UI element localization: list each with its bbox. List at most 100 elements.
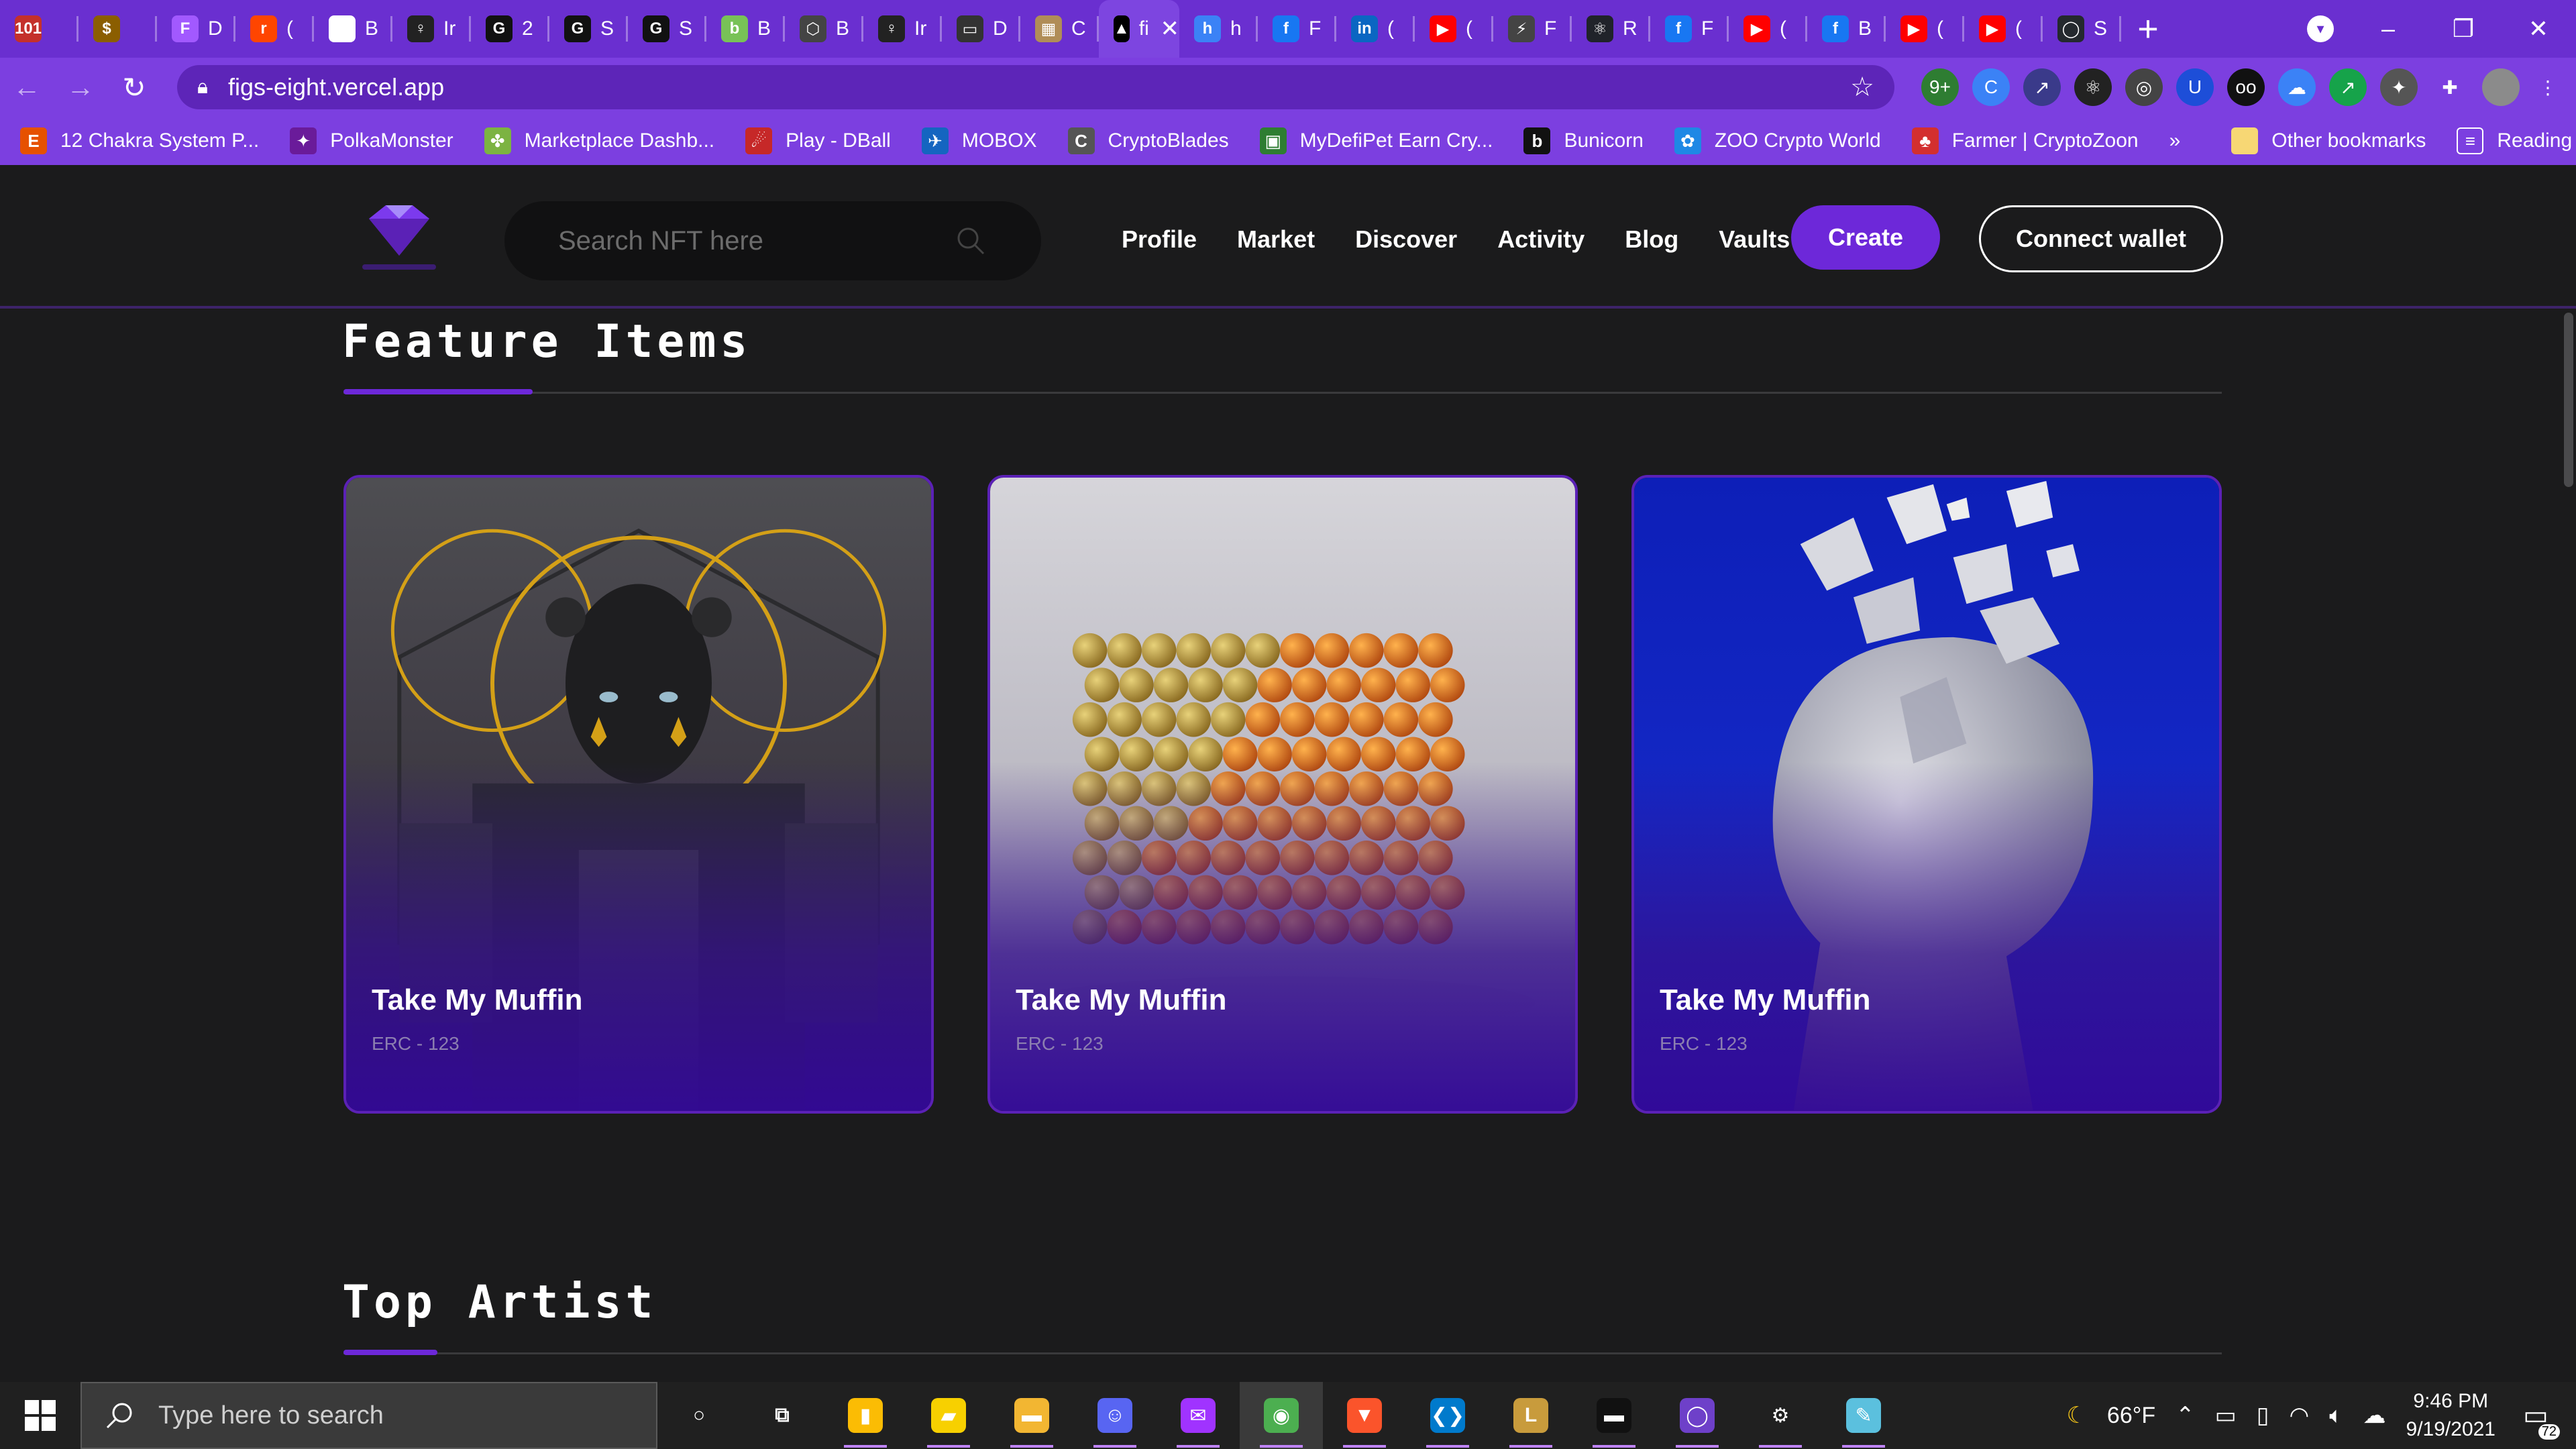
cloud-icon[interactable]: ☁ — [2363, 1402, 2386, 1429]
browser-tab[interactable]: ⬡ B — [785, 0, 863, 58]
kebab-menu-icon[interactable]: ⋮ — [2529, 68, 2567, 106]
bookmark-item[interactable]: ☄ Play - DBall — [745, 127, 891, 154]
vscode-taskbar-button[interactable]: ❮❯ — [1406, 1382, 1489, 1449]
browser-tab[interactable]: GS — [549, 0, 628, 58]
nav-market[interactable]: Market — [1237, 225, 1315, 254]
connect-wallet-button[interactable]: Connect wallet — [1979, 205, 2223, 272]
extension-icon[interactable]: 9+ — [1921, 68, 1959, 106]
chevron-up-icon[interactable]: ⌃ — [2176, 1402, 2195, 1429]
browser-tab[interactable]: ♀ Ir — [392, 0, 471, 58]
keep-taskbar-button[interactable]: ▮ — [824, 1382, 907, 1449]
browser-tab[interactable]: ⚛ R — [1572, 0, 1650, 58]
extension-icon[interactable]: oo — [2227, 68, 2265, 106]
device-icon[interactable]: ▯ — [2257, 1402, 2269, 1429]
browser-tab[interactable]: ◯ S — [2043, 0, 2121, 58]
browser-tab[interactable]: ▶( — [1886, 0, 1964, 58]
bookmark-item[interactable]: ✈ MOBOX — [921, 127, 1037, 154]
nav-blog[interactable]: Blog — [1625, 225, 1678, 254]
bookmark-item[interactable]: ✦ PolkaMonster — [290, 127, 453, 154]
browser-tab[interactable]: G2 — [471, 0, 549, 58]
nav-discover[interactable]: Discover — [1355, 225, 1457, 254]
bookmark-item[interactable]: ♣ Farmer | CryptoZoon — [1911, 127, 2139, 154]
browser-tab[interactable]: fF — [1258, 0, 1336, 58]
extension-icon[interactable]: C — [1972, 68, 2010, 106]
nft-card[interactable]: Take My Muffin ERC - 123 — [1631, 475, 2222, 1114]
settings-taskbar-button[interactable]: ⚙ — [1739, 1382, 1822, 1449]
extension-icon[interactable]: ↗ — [2023, 68, 2061, 106]
league-of-legends-taskbar-button[interactable]: L — [1489, 1382, 1572, 1449]
task-view-taskbar-button[interactable]: ⧉ — [741, 1382, 824, 1449]
bookmark-item[interactable]: ▣ MyDefiPet Earn Cry... — [1259, 127, 1493, 154]
browser-tab[interactable]: ▶( — [1415, 0, 1493, 58]
browser-tab[interactable]: GS — [628, 0, 706, 58]
avatar[interactable] — [2482, 68, 2520, 106]
new-tab-button[interactable]: + — [2121, 0, 2175, 58]
browser-tab[interactable]: ▶( — [1729, 0, 1807, 58]
extension-icon[interactable]: ☁ — [2278, 68, 2316, 106]
browser-tab[interactable]: fB — [1807, 0, 1886, 58]
battery-icon[interactable]: ▭ — [2215, 1402, 2237, 1429]
messenger-taskbar-button[interactable]: ✉ — [1157, 1382, 1240, 1449]
bookmark-star-icon[interactable]: ☆ — [1850, 72, 1874, 103]
reading-list-button[interactable]: ≡ Reading list — [2457, 127, 2576, 154]
diamond-logo-icon[interactable] — [356, 199, 443, 279]
minimize-button[interactable]: – — [2351, 0, 2426, 58]
search-input[interactable] — [558, 225, 954, 256]
more-bookmarks-button[interactable]: » — [2169, 129, 2181, 152]
windows-search-box[interactable]: Type here to search — [80, 1382, 657, 1449]
browser-tab[interactable]: in ( — [1336, 0, 1415, 58]
close-tab-icon[interactable]: ✕ — [1161, 15, 1180, 42]
nft-card[interactable]: Take My Muffin ERC - 123 — [343, 475, 934, 1114]
nav-profile[interactable]: Profile — [1122, 225, 1197, 254]
extension-icon[interactable]: U — [2176, 68, 2214, 106]
wifi-icon[interactable]: ◠ — [2289, 1402, 2309, 1429]
sticky-notes-taskbar-button[interactable]: ▰ — [907, 1382, 990, 1449]
nft-card[interactable]: Take My Muffin ERC - 123 — [987, 475, 1578, 1114]
puzzle-icon[interactable]: ✚ — [2431, 68, 2469, 106]
browser-tab[interactable]: ⚡ F — [1493, 0, 1572, 58]
browser-tab[interactable]: $ — [78, 0, 157, 58]
nav-vaults[interactable]: Vaults — [1719, 225, 1790, 254]
bookmark-item[interactable]: b Bunicorn — [1523, 127, 1644, 154]
speaker-icon[interactable]: 🔈︎ — [2329, 1403, 2343, 1429]
file-explorer-taskbar-button[interactable]: ▬ — [990, 1382, 1073, 1449]
tab-search-button[interactable]: ▾ — [2290, 0, 2351, 58]
extension-icon[interactable]: ↗ — [2329, 68, 2367, 106]
forward-button[interactable]: → — [54, 58, 107, 117]
restore-button[interactable]: ❐ — [2426, 0, 2501, 58]
scrollbar-thumb[interactable] — [2564, 313, 2573, 487]
bookmark-item[interactable]: ✿ ZOO Crypto World — [1674, 127, 1881, 154]
cortana-taskbar-button[interactable]: ○ — [657, 1382, 741, 1449]
search-icon[interactable] — [954, 224, 987, 258]
browser-tab[interactable]: fF — [1650, 0, 1729, 58]
nav-activity[interactable]: Activity — [1497, 225, 1585, 254]
browser-tab[interactable]: ▭ D — [942, 0, 1020, 58]
address-bar[interactable]: 🔒︎ figs-eight.vercel.app ☆ — [177, 65, 1894, 109]
browser-tab[interactable]: ▶( — [1964, 0, 2043, 58]
bookmark-item[interactable]: ✤ Marketplace Dashb... — [484, 127, 714, 154]
browser-tab[interactable]: hh — [1179, 0, 1258, 58]
extension-icon[interactable]: ✦ — [2380, 68, 2418, 106]
notification-center-button[interactable]: ▭ 72 — [2516, 1395, 2560, 1440]
brave-taskbar-button[interactable]: ▼ — [1323, 1382, 1406, 1449]
chrome-taskbar-button[interactable]: ◉ — [1240, 1382, 1323, 1449]
url-text[interactable]: figs-eight.vercel.app — [228, 73, 1850, 101]
browser-tab[interactable]: ▦ C — [1020, 0, 1099, 58]
browser-tab[interactable]: FD — [157, 0, 235, 58]
extension-icon[interactable]: ⚛ — [2074, 68, 2112, 106]
windows-start-button[interactable] — [0, 1382, 80, 1449]
weather-text[interactable]: 66°F — [2107, 1403, 2155, 1429]
back-button[interactable]: ← — [0, 58, 54, 117]
github-desktop-taskbar-button[interactable]: ◯ — [1656, 1382, 1739, 1449]
reload-button[interactable]: ↻ — [107, 58, 161, 117]
create-button[interactable]: Create — [1791, 205, 1940, 270]
browser-tab[interactable]: 101 — [0, 0, 78, 58]
extension-icon[interactable]: ◎ — [2125, 68, 2163, 106]
browser-tab[interactable]: ◆ B — [314, 0, 392, 58]
bookmark-item[interactable]: C CryptoBlades — [1067, 127, 1229, 154]
browser-tab[interactable]: ♀ Ir — [863, 0, 942, 58]
browser-tab[interactable]: bB — [706, 0, 785, 58]
terminal-taskbar-button[interactable]: ▬ — [1572, 1382, 1656, 1449]
discord-taskbar-button[interactable]: ☺ — [1073, 1382, 1157, 1449]
browser-tab[interactable]: ▲ fi ✕ — [1099, 0, 1179, 58]
